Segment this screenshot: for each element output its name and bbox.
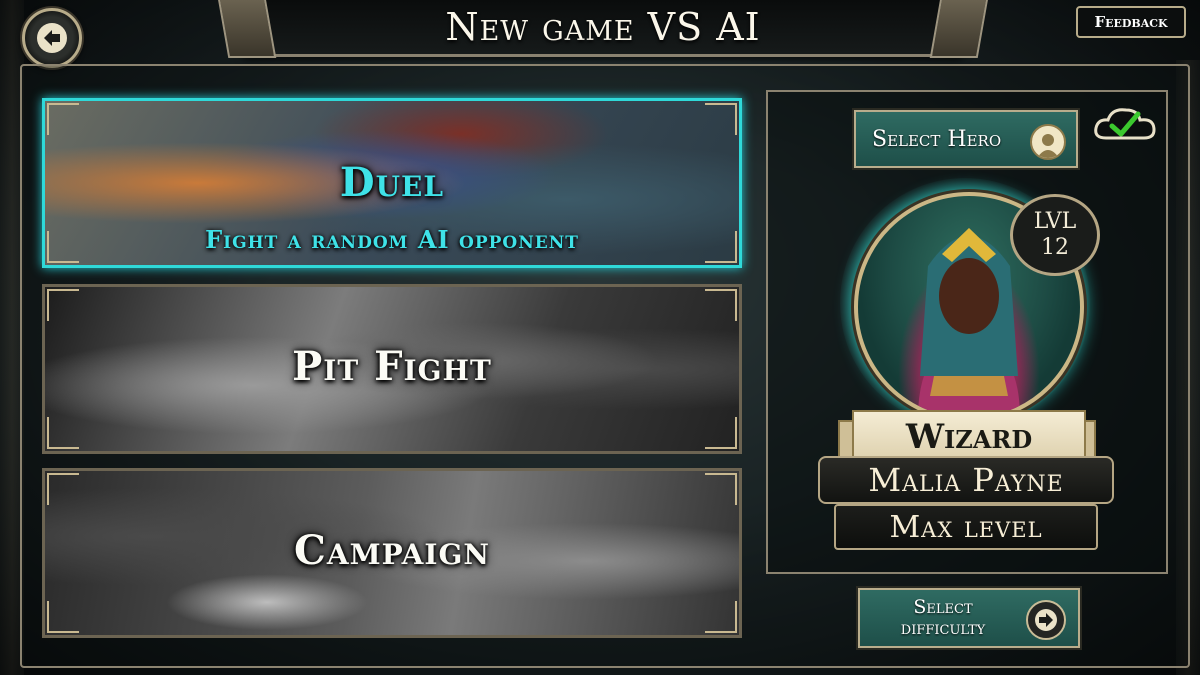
banner-cap-right — [929, 0, 989, 58]
mode-title-duel: Duel — [339, 159, 445, 206]
ornament-corner — [47, 417, 79, 449]
ornament-corner — [705, 231, 737, 263]
cloud-check-icon — [1092, 104, 1158, 142]
mode-title-pit-fight: Pit Fight — [292, 343, 492, 390]
ornament-corner — [705, 417, 737, 449]
ornament-corner — [705, 289, 737, 321]
title-banner: New game VS AI — [217, 0, 989, 58]
arrow-right-icon — [1026, 600, 1066, 640]
mode-title-campaign: Campaign — [294, 527, 490, 574]
ornament-corner — [47, 231, 79, 263]
level-label: LVL — [1033, 209, 1077, 234]
mode-card-campaign[interactable]: Campaign — [42, 468, 742, 638]
feedback-button[interactable]: Feedback — [1076, 6, 1186, 38]
select-hero-label: Select Hero — [872, 126, 1002, 152]
level-value: 12 — [1041, 235, 1069, 260]
level-badge: LVL 12 — [1010, 194, 1100, 276]
ornament-corner — [47, 289, 79, 321]
back-button[interactable] — [22, 8, 82, 68]
user-icon — [1030, 124, 1066, 160]
arrow-left-icon — [37, 23, 67, 53]
select-difficulty-label: Select difficulty — [900, 596, 986, 639]
ornament-corner — [47, 103, 79, 135]
ornament-corner — [47, 601, 79, 633]
hero-name: Malia Payne — [818, 456, 1114, 504]
page-title: New game VS AI — [445, 5, 761, 49]
banner-cap-left — [217, 0, 277, 58]
mode-card-duel[interactable]: Duel Fight a random AI opponent — [42, 98, 742, 268]
ornament-corner — [47, 473, 79, 505]
hero-level-text: Max level — [834, 504, 1098, 550]
ornament-corner — [705, 601, 737, 633]
select-difficulty-button[interactable]: Select difficulty — [858, 588, 1080, 648]
ornament-corner — [705, 103, 737, 135]
select-hero-button[interactable]: Select Hero — [854, 110, 1078, 168]
ornament-corner — [705, 473, 737, 505]
mode-subtitle-duel: Fight a random AI opponent — [205, 225, 579, 254]
mode-card-pit-fight[interactable]: Pit Fight — [42, 284, 742, 454]
